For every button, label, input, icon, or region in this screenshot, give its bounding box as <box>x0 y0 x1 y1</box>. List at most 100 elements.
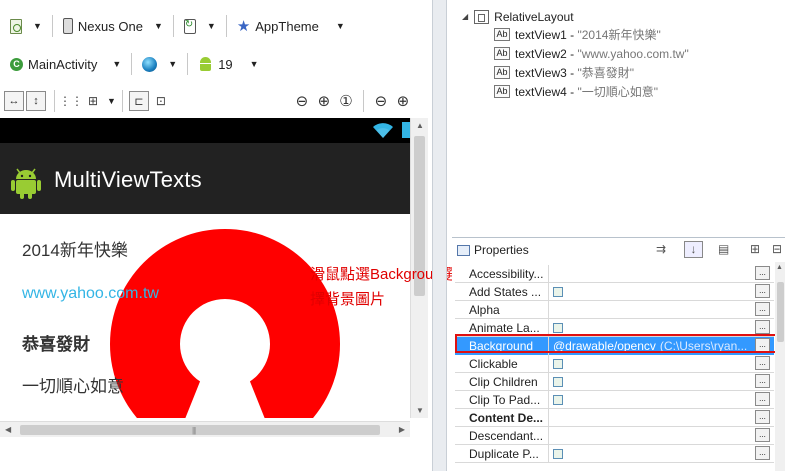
chevron-down-icon[interactable]: ▼ <box>107 96 116 106</box>
text-view-4[interactable]: 一切順心如意 <box>22 372 124 397</box>
toggle-height-fill-button[interactable]: ↕ <box>26 91 46 111</box>
scroll-thumb[interactable] <box>20 425 380 435</box>
text-view-2[interactable]: www.yahoo.com.tw <box>22 285 159 303</box>
toolbar-separator <box>187 53 189 75</box>
property-value[interactable]: ... <box>549 391 774 409</box>
property-row[interactable]: Clickable... <box>455 355 774 373</box>
device-label: Nexus One <box>77 18 143 34</box>
distribute-weights-button[interactable]: ⋮⋮ <box>59 91 83 111</box>
activity-label: MainActivity <box>28 56 98 72</box>
activity-dropdown[interactable]: C MainActivity ▼ <box>6 52 125 76</box>
zoom-fit-icon[interactable]: ⊕ <box>313 92 335 110</box>
property-value[interactable]: ... <box>549 373 774 391</box>
zoom-in-icon[interactable]: ⊕ <box>392 92 414 110</box>
outline-item-textview3[interactable]: Ab textView3 - "恭喜發財" <box>494 63 634 82</box>
chevron-down-icon: ▼ <box>153 21 163 31</box>
zoom-out-icon[interactable]: ⊖ <box>370 92 392 110</box>
pane-splitter[interactable] <box>432 0 447 471</box>
property-checkbox[interactable] <box>553 323 563 333</box>
ellipsis-button[interactable]: ... <box>755 302 770 316</box>
property-row[interactable]: Background @drawable/opencv (C:\Users\ryan… <box>455 337 774 355</box>
sort-alphabetical-icon[interactable]: ↓ <box>684 241 703 258</box>
property-name: Clickable <box>455 355 549 373</box>
property-row[interactable]: Alpha... <box>455 301 774 319</box>
property-value[interactable]: ... <box>549 319 774 337</box>
annotation-line-2: 擇背景圖片 <box>310 291 386 308</box>
device-dropdown[interactable]: Nexus One ▼ <box>59 14 167 38</box>
scroll-up-icon[interactable]: ▲ <box>776 264 783 271</box>
property-value[interactable]: @drawable/opencv (C:\Users\ryan...... <box>549 337 774 355</box>
property-row[interactable]: Content De...... <box>455 409 774 427</box>
theme-dropdown[interactable]: ★ AppTheme ▼ <box>233 14 349 38</box>
property-row[interactable]: Descendant...... <box>455 427 774 445</box>
ellipsis-button[interactable]: ... <box>755 266 770 280</box>
property-value[interactable]: ... <box>549 265 774 283</box>
ellipsis-button[interactable]: ... <box>755 338 770 352</box>
property-row[interactable]: Add States ...... <box>455 283 774 301</box>
margins-button[interactable]: ⊞ <box>83 91 103 111</box>
ellipsis-button[interactable]: ... <box>755 446 770 460</box>
scroll-thumb[interactable] <box>777 282 784 342</box>
property-row[interactable]: Duplicate P...... <box>455 445 774 463</box>
property-checkbox[interactable] <box>553 395 563 405</box>
outline-item-value: "一切順心如意" <box>577 85 659 99</box>
toggle-width-fill-button[interactable]: ↔ <box>4 91 24 111</box>
config-chooser-button[interactable]: ▼ <box>6 14 46 38</box>
outline-root-relativelayout[interactable]: ◢ RelativeLayout <box>462 7 574 26</box>
orientation-dropdown[interactable]: ▼ <box>180 14 220 38</box>
ellipsis-button[interactable]: ... <box>755 428 770 442</box>
property-value[interactable]: ... <box>549 427 774 445</box>
properties-scrollbar[interactable]: ▲ <box>775 262 785 471</box>
property-checkbox[interactable] <box>553 449 563 459</box>
relative-layout-canvas[interactable]: 2014新年快樂 www.yahoo.com.tw 恭喜發財 一切順心如意 <box>0 214 410 418</box>
ellipsis-button[interactable]: ... <box>755 410 770 424</box>
outline-item-textview4[interactable]: Ab textView4 - "一切順心如意" <box>494 82 658 101</box>
scroll-down-icon[interactable]: ▼ <box>416 406 424 415</box>
outline-item-name: textView3 <box>515 65 567 80</box>
outline-item-separator: - <box>566 46 578 61</box>
outline-item-value: "恭喜發財" <box>577 66 635 80</box>
collapse-all-icon[interactable]: ⊟ <box>772 242 782 256</box>
ellipsis-button[interactable]: ... <box>755 356 770 370</box>
locale-dropdown[interactable]: ▼ <box>138 52 181 76</box>
property-value[interactable]: ... <box>549 283 774 301</box>
layout-config-icon <box>10 18 22 34</box>
ellipsis-button[interactable]: ... <box>755 284 770 298</box>
property-value[interactable]: ... <box>549 409 774 427</box>
properties-title: Properties <box>474 243 529 257</box>
zoom-real-size-icon[interactable]: ⊖ <box>291 92 313 110</box>
expand-all-icon[interactable]: ⊞ <box>750 242 760 256</box>
api-level-dropdown[interactable]: 19 ▼ <box>194 52 262 76</box>
scroll-left-icon[interactable]: ◀ <box>5 425 11 434</box>
properties-pane: Properties ⇉ ↓ ▤ ⊞ ⊟ Accessibility......… <box>452 237 785 471</box>
outline-item-textview2[interactable]: Ab textView2 - "www.yahoo.com.tw" <box>494 44 689 63</box>
expert-properties-icon[interactable]: ⇉ <box>656 242 666 256</box>
text-view-1[interactable]: 2014新年快樂 <box>22 236 128 261</box>
collapse-triangle-icon[interactable]: ◢ <box>462 12 468 21</box>
chevron-down-icon: ▼ <box>206 21 216 31</box>
preview-horizontal-scrollbar[interactable]: ◀ ||| ▶ <box>0 421 410 437</box>
outline-item-separator: - <box>566 65 578 80</box>
property-row[interactable]: Animate La...... <box>455 319 774 337</box>
property-value-text: @drawable/opencv <box>553 339 656 353</box>
ellipsis-button[interactable]: ... <box>755 320 770 334</box>
scroll-up-icon[interactable]: ▲ <box>416 121 424 130</box>
text-view-3[interactable]: 恭喜發財 <box>22 330 90 355</box>
ellipsis-button[interactable]: ... <box>755 392 770 406</box>
property-value[interactable]: ... <box>549 445 774 463</box>
property-checkbox[interactable] <box>553 287 563 297</box>
scroll-right-icon[interactable]: ▶ <box>399 425 405 434</box>
zoom-100-icon[interactable]: ① <box>335 92 357 110</box>
property-checkbox[interactable] <box>553 359 563 369</box>
property-value[interactable]: ... <box>549 301 774 319</box>
property-row[interactable]: Clip Children... <box>455 373 774 391</box>
ellipsis-button[interactable]: ... <box>755 374 770 388</box>
align-baseline-button[interactable]: ⊏ <box>128 91 149 111</box>
center-button[interactable]: ⊡ <box>151 91 171 111</box>
outline-item-textview1[interactable]: Ab textView1 - "2014新年快樂" <box>494 25 661 44</box>
property-row[interactable]: Accessibility...... <box>455 265 774 283</box>
property-row[interactable]: Clip To Pad...... <box>455 391 774 409</box>
property-value[interactable]: ... <box>549 355 774 373</box>
property-checkbox[interactable] <box>553 377 563 387</box>
restore-default-icon[interactable]: ▤ <box>718 242 729 256</box>
